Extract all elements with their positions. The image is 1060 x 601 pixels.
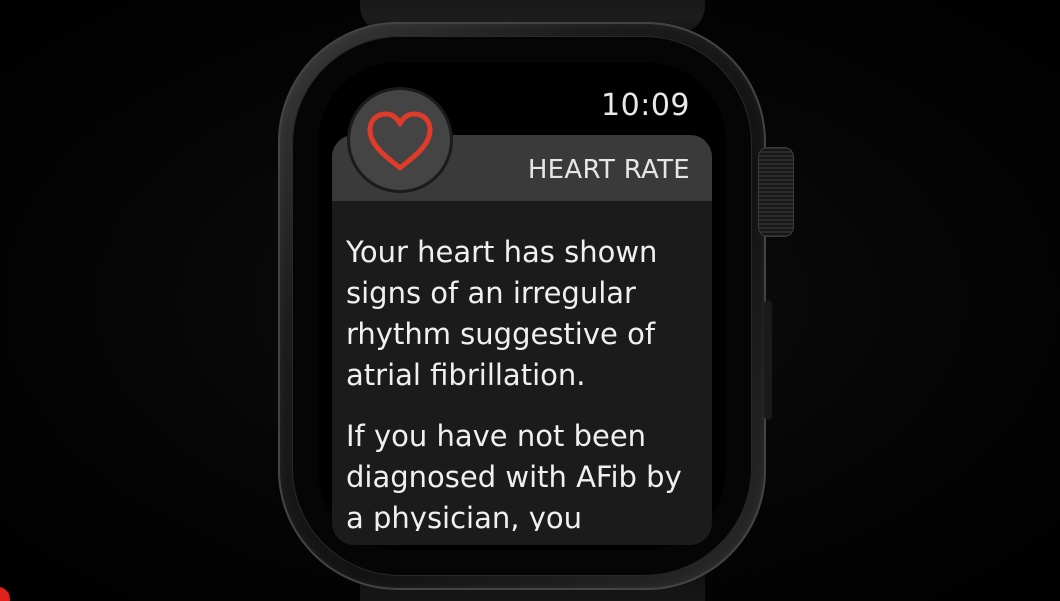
corner-accent xyxy=(0,587,10,601)
digital-crown[interactable] xyxy=(758,147,794,237)
notification-app-title: HEART RATE xyxy=(527,155,690,185)
status-time: 10:09 xyxy=(601,88,690,123)
stage: 10:09 HEART RATE Your heart has shown si… xyxy=(0,0,1060,601)
notification-body[interactable]: Your heart has shown signs of an irregul… xyxy=(332,201,712,531)
side-button[interactable] xyxy=(764,300,772,420)
notification-message: Your heart has shown signs of an irregul… xyxy=(346,232,706,531)
heart-rate-app-icon[interactable] xyxy=(350,90,450,190)
message-paragraph-2: If you have not been diagnosed with AFib… xyxy=(346,419,682,531)
heart-outline-icon xyxy=(367,111,433,171)
message-paragraph-1: Your heart has shown signs of an irregul… xyxy=(346,235,658,392)
